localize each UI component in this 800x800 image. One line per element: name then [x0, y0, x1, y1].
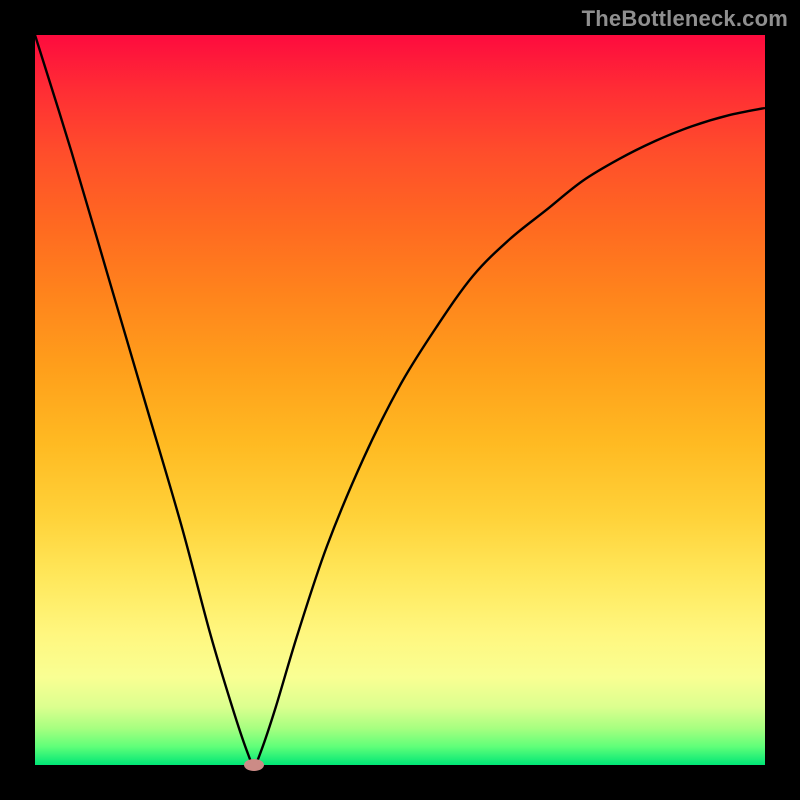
plot-area — [35, 35, 765, 765]
curve-svg — [35, 35, 765, 765]
chart-frame: TheBottleneck.com — [0, 0, 800, 800]
watermark-text: TheBottleneck.com — [582, 6, 788, 32]
minimum-marker — [244, 759, 264, 771]
bottleneck-curve-path — [35, 35, 765, 765]
